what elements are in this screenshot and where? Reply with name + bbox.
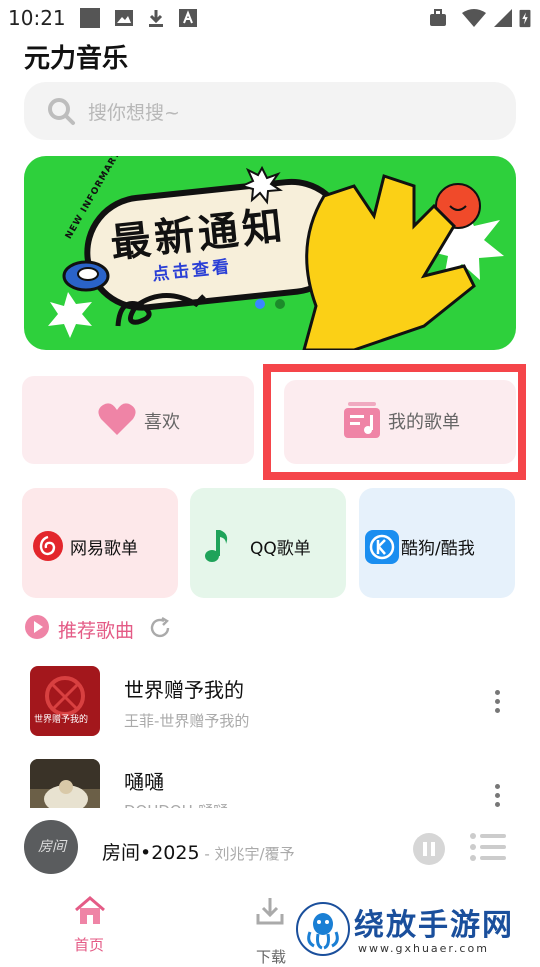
song-subtitle: DOUDOU-嗵嗵 (124, 800, 228, 808)
signal-icon (494, 9, 512, 27)
now-playing-artist: - 刘兆宇/覆予 (199, 845, 295, 863)
netease-icon (33, 531, 63, 561)
watermark-url: www.gxhuaer.com (358, 942, 489, 955)
song-subtitle: 王菲-世界赠予我的 (124, 712, 250, 730)
tab-download-label: 下载 (256, 948, 287, 966)
app-title: 元力音乐 (24, 44, 129, 74)
search-bar[interactable]: 搜你想搜~ (24, 82, 516, 140)
now-playing-cover[interactable]: 房间 (24, 820, 78, 874)
briefcase-icon (430, 9, 446, 26)
now-playing-cover-text: 房间 (38, 839, 66, 855)
qq-playlist-card[interactable]: QQ歌单 (190, 488, 346, 598)
tab-download[interactable]: 下载 (240, 894, 300, 966)
image-icon (115, 10, 133, 26)
highlight-box (263, 364, 526, 480)
more-options-icon[interactable] (492, 686, 502, 717)
favorites-label: 喜欢 (144, 412, 180, 433)
now-playing-song: 房间•2025 (102, 842, 200, 864)
search-placeholder: 搜你想搜~ (88, 102, 180, 124)
netease-label: 网易歌单 (70, 539, 138, 559)
font-icon (179, 9, 197, 27)
pause-icon[interactable] (412, 832, 446, 866)
song-title[interactable]: 嗵嗵 (124, 766, 164, 795)
song-cover[interactable] (30, 759, 100, 808)
notification-square-icon (80, 8, 100, 28)
download-icon (256, 898, 284, 925)
refresh-icon[interactable] (148, 616, 172, 640)
more-options-icon[interactable] (492, 780, 502, 808)
song-cover-text: 世界赠予我的 (34, 715, 89, 725)
download-icon (149, 10, 163, 27)
music-note-icon (205, 530, 228, 562)
recommended-title: 推荐歌曲 (58, 620, 135, 642)
status-bar: 10:21 (0, 0, 540, 36)
song-row[interactable]: 嗵嗵 DOUDOU-嗵嗵 (0, 750, 540, 808)
qq-label: QQ歌单 (250, 539, 311, 559)
song-cover-art (45, 676, 85, 716)
wifi-icon (462, 9, 486, 27)
octopus-logo-icon (296, 902, 350, 956)
song-cover-art (30, 759, 100, 808)
watermark: 绕放手游网 www.gxhuaer.com (296, 900, 540, 960)
now-playing-bar[interactable]: 房间 房间•2025 - 刘兆宇/覆予 (0, 812, 540, 888)
watermark-text: 绕放手游网 (354, 908, 514, 943)
search-icon (48, 98, 75, 125)
play-circle-icon[interactable] (24, 614, 50, 640)
song-cover[interactable]: 世界赠予我的 (30, 666, 100, 736)
kugou-kuwo-label: 酷狗/酷我 (401, 539, 475, 559)
favorites-card[interactable]: 喜欢 (22, 376, 254, 464)
netease-playlist-card[interactable]: 网易歌单 (22, 488, 178, 598)
kugou-kuwo-playlist-card[interactable]: 酷狗/酷我 (359, 488, 515, 598)
battery-icon (519, 9, 531, 28)
tab-home[interactable]: 首页 (60, 894, 120, 960)
playlist-queue-icon[interactable] (470, 832, 506, 862)
tab-home-label: 首页 (74, 936, 105, 954)
status-time: 10:21 (8, 6, 66, 30)
heart-icon (98, 403, 136, 435)
kugou-icon (365, 530, 399, 564)
home-icon (75, 896, 105, 924)
song-title[interactable]: 世界赠予我的 (124, 674, 244, 703)
notice-banner[interactable]: NEW INFORMARTION 最新通知 点击查看 (24, 156, 516, 350)
now-playing-title: 房间•2025 - 刘兆宇/覆予 (102, 838, 295, 865)
